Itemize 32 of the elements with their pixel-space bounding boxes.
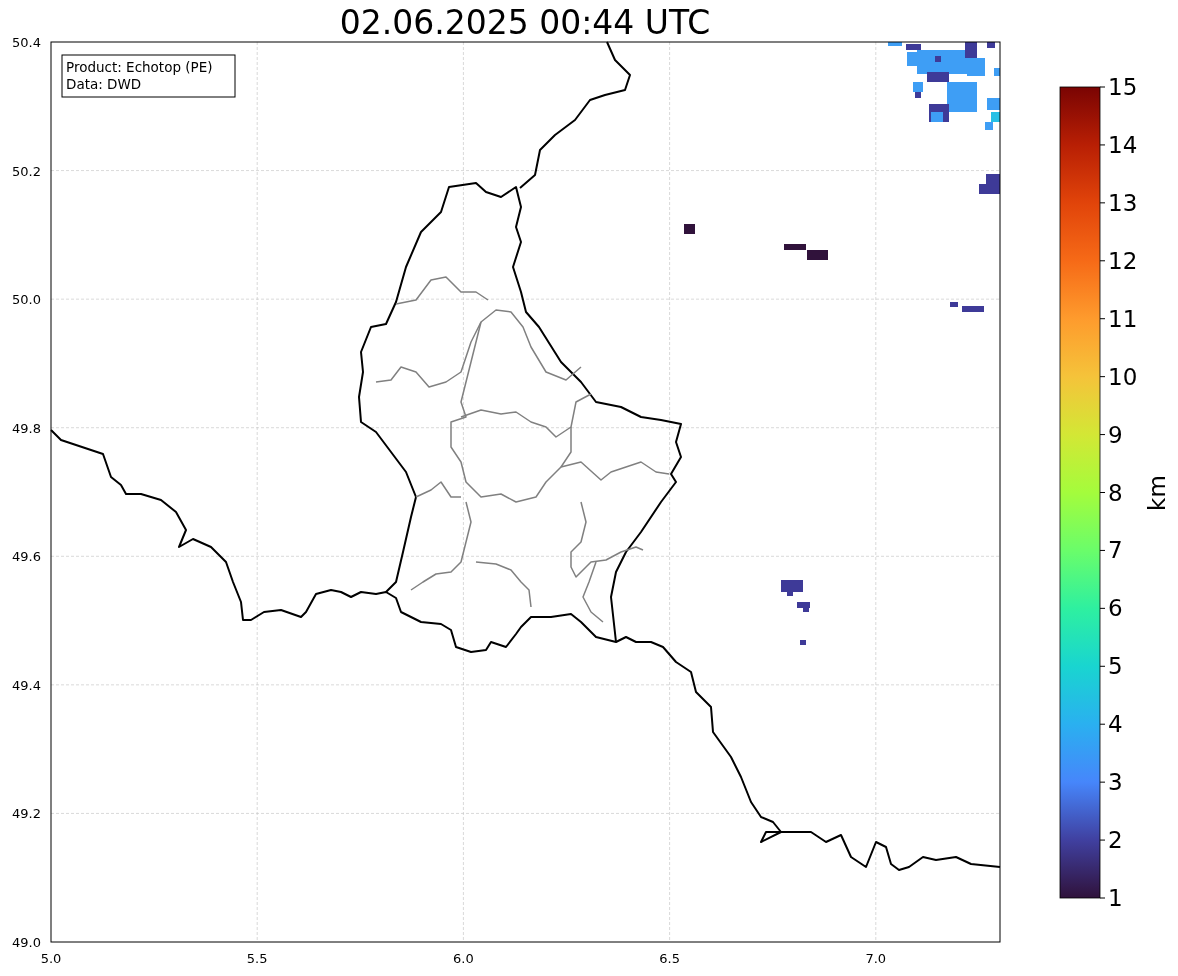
colorbar-tick-label: 4 (1108, 711, 1123, 738)
colorbar-tick-label: 11 (1108, 305, 1138, 332)
axis-tick-label: 50.2 (12, 163, 41, 179)
axis-tick-label: 50.0 (12, 292, 41, 308)
colorbar-tick-label: 3 (1108, 769, 1123, 796)
colorbar-tick-label: 13 (1108, 189, 1138, 216)
axis-tick-label: 49.6 (12, 549, 41, 565)
colorbar-tick-label: 12 (1108, 247, 1138, 274)
colorbar-tick-label: 9 (1108, 421, 1123, 448)
colorbar-tick-label: 15 (1108, 74, 1138, 100)
axis-tick-label: 49.4 (12, 677, 41, 693)
colorbar-tick-label: 6 (1108, 595, 1123, 622)
colorbar-tick-label: 1 (1108, 885, 1123, 911)
axis-tick-label: 49.2 (12, 806, 41, 822)
axis-tick-label: 6.5 (659, 951, 680, 966)
colorbar-tick-label: 2 (1108, 827, 1123, 854)
colorbar-tick-label: 8 (1108, 479, 1123, 506)
colorbar-label: km (1144, 475, 1170, 511)
legend-text: Product: Echotop (PE) (66, 59, 213, 75)
axis-tick-label: 6.0 (453, 951, 474, 966)
legend-text: Data: DWD (66, 76, 142, 92)
axis-tick-label: 50.4 (12, 35, 41, 50)
colorbar-tick-label: 10 (1108, 363, 1138, 390)
axis-tick-label: 5.5 (246, 951, 268, 966)
axis-tick-label: 49.8 (12, 420, 41, 436)
chart-title: 02.06.2025 00:44 UTC (339, 3, 711, 42)
axis-tick-label: 49.0 (12, 935, 41, 950)
axis-tick-label: 5.0 (40, 951, 62, 966)
colorbar-tick-label: 14 (1108, 131, 1138, 158)
colorbar-tick-label: 7 (1108, 537, 1123, 564)
axis-tick-label: 7.0 (865, 951, 887, 966)
colorbar-tick-label: 5 (1108, 653, 1123, 680)
